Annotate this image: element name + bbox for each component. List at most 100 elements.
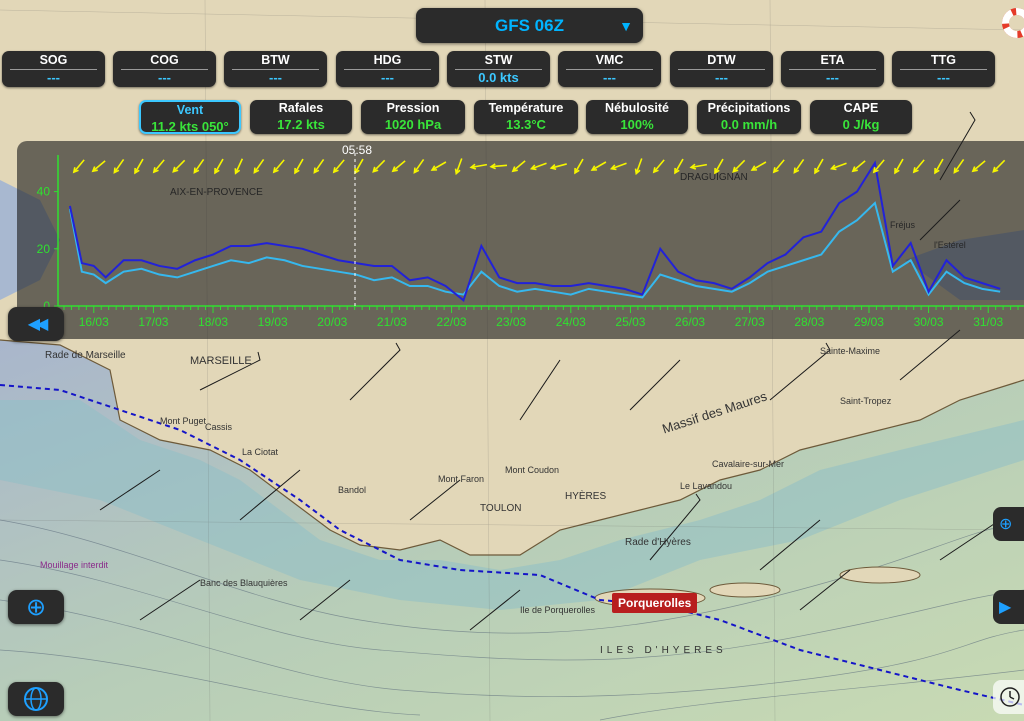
instrument-label: STW — [484, 53, 513, 67]
weather-model-selector[interactable]: GFS 06Z ▼ — [416, 8, 643, 43]
waypoint-porquerolles[interactable]: Porquerolles — [612, 593, 698, 613]
weather-param-0[interactable]: Vent 11.2 kts 050° — [139, 100, 241, 134]
instrument-stw[interactable]: STW 0.0 kts — [447, 51, 550, 87]
locate-button[interactable]: ⊕ — [8, 590, 64, 624]
instrument-value: --- — [715, 70, 728, 85]
param-value: 17.2 kts — [277, 117, 325, 132]
param-label: Vent — [176, 103, 204, 117]
instrument-hdg[interactable]: HDG --- — [336, 51, 439, 87]
play-icon: ▶ — [999, 599, 1012, 616]
rewind-icon: ◀◀ — [27, 316, 49, 333]
wind-direction-arrow — [972, 160, 986, 172]
divider — [10, 69, 97, 70]
weather-param-3[interactable]: Température 13.3°C — [474, 100, 578, 134]
weather-param-5[interactable]: Précipitations 0.0 mm/h — [697, 100, 801, 134]
weather-param-6[interactable]: CAPE 0 J/kg — [810, 100, 912, 134]
x-tick-label: 29/03 — [854, 315, 884, 329]
play-button[interactable]: ▶ — [993, 590, 1024, 624]
divider — [455, 69, 542, 70]
series-line-gust — [68, 160, 1001, 302]
divider — [900, 69, 987, 70]
weather-param-4[interactable]: Nébulosité 100% — [586, 100, 688, 134]
x-tick-label: 27/03 — [735, 315, 765, 329]
param-value: 13.3°C — [506, 117, 546, 132]
wind-direction-arrow — [392, 160, 406, 172]
x-tick-label: 31/03 — [973, 315, 1003, 329]
instrument-value: --- — [47, 70, 60, 85]
divider — [566, 69, 653, 70]
instrument-label: VMC — [595, 53, 624, 67]
param-value: 1020 hPa — [384, 117, 442, 132]
wind-direction-arrow — [512, 160, 526, 172]
wind-forecast-graph[interactable]: 0 20 40 16/03 17/03 18/03 19/03 20/03 21/03 22/03… — [17, 141, 1024, 339]
divider — [344, 69, 431, 70]
instrument-dtw[interactable]: DTW --- — [670, 51, 773, 87]
zoom-icon: ⊕ — [999, 516, 1013, 533]
wind-direction-arrow — [92, 160, 106, 172]
x-tick-label: 25/03 — [615, 315, 645, 329]
param-value: 11.2 kts 050° — [151, 119, 229, 134]
instrument-value: --- — [603, 70, 616, 85]
instrument-value: --- — [381, 70, 394, 85]
wind-direction-arrow — [653, 159, 665, 173]
lifebuoy-icon[interactable] — [1002, 8, 1024, 38]
zoom-button[interactable]: ⊕ — [993, 507, 1024, 541]
x-tick-label: 28/03 — [794, 315, 824, 329]
rewind-button[interactable]: ◀◀ — [8, 307, 64, 341]
x-tick-label: 30/03 — [914, 315, 944, 329]
param-value: 0.0 mm/h — [720, 117, 778, 132]
wind-direction-arrow — [732, 159, 746, 173]
instrument-label: COG — [150, 53, 179, 67]
instrument-btw[interactable]: BTW --- — [224, 51, 327, 87]
wind-direction-arrow — [773, 159, 785, 173]
instrument-value: --- — [826, 70, 839, 85]
weather-param-1[interactable]: Rafales 17.2 kts — [250, 100, 352, 134]
instrument-label: ETA — [820, 53, 845, 67]
instrument-label: HDG — [373, 53, 402, 67]
param-label: Pression — [386, 101, 440, 115]
x-tick-label: 20/03 — [317, 315, 347, 329]
x-tick-label: 26/03 — [675, 315, 705, 329]
divider — [678, 69, 765, 70]
divider — [789, 69, 876, 70]
instrument-ttg[interactable]: TTG --- — [892, 51, 995, 87]
x-tick-label: 22/03 — [437, 315, 467, 329]
x-tick-label: 24/03 — [556, 315, 586, 329]
instrument-label: DTW — [707, 53, 736, 67]
model-name: GFS 06Z — [495, 15, 564, 35]
wind-direction-arrow — [992, 159, 1006, 173]
clock-button[interactable] — [993, 680, 1024, 714]
divider — [232, 69, 319, 70]
param-label: Rafales — [278, 101, 324, 115]
wind-direction-arrow — [273, 159, 285, 173]
x-tick-label: 16/03 — [79, 315, 109, 329]
instrument-label: SOG — [39, 53, 68, 67]
instrument-eta[interactable]: ETA --- — [781, 51, 884, 87]
dropdown-caret-icon: ▼ — [619, 18, 633, 34]
x-tick-label: 18/03 — [198, 315, 228, 329]
weather-param-2[interactable]: Pression 1020 hPa — [361, 100, 465, 134]
instrument-vmc[interactable]: VMC --- — [558, 51, 661, 87]
instrument-cog[interactable]: COG --- — [113, 51, 216, 87]
param-value: 100% — [620, 117, 654, 132]
x-tick-label: 23/03 — [496, 315, 526, 329]
wind-direction-arrow — [372, 159, 386, 173]
divider — [121, 69, 208, 70]
instrument-sog[interactable]: SOG --- — [2, 51, 105, 87]
x-tick-label: 17/03 — [138, 315, 168, 329]
instrument-value: --- — [937, 70, 950, 85]
instrument-label: BTW — [261, 53, 290, 67]
param-label: Nébulosité — [605, 101, 669, 115]
x-tick-label: 21/03 — [377, 315, 407, 329]
globe-button[interactable] — [8, 682, 64, 716]
param-label: Précipitations — [707, 101, 791, 115]
time-cursor-label: 05:58 — [342, 143, 373, 157]
wind-direction-arrow — [333, 159, 345, 173]
crosshair-icon: ⊕ — [25, 593, 47, 621]
y-tick-label: 20 — [37, 242, 51, 256]
wind-direction-arrow — [172, 159, 186, 173]
param-label: CAPE — [843, 101, 879, 115]
graph-canvas: 0204016/03 17/03 18/03 19/03 20/03 21/03 22/03… — [37, 153, 1024, 329]
wind-direction-arrow — [73, 159, 85, 173]
instrument-value: --- — [269, 70, 282, 85]
